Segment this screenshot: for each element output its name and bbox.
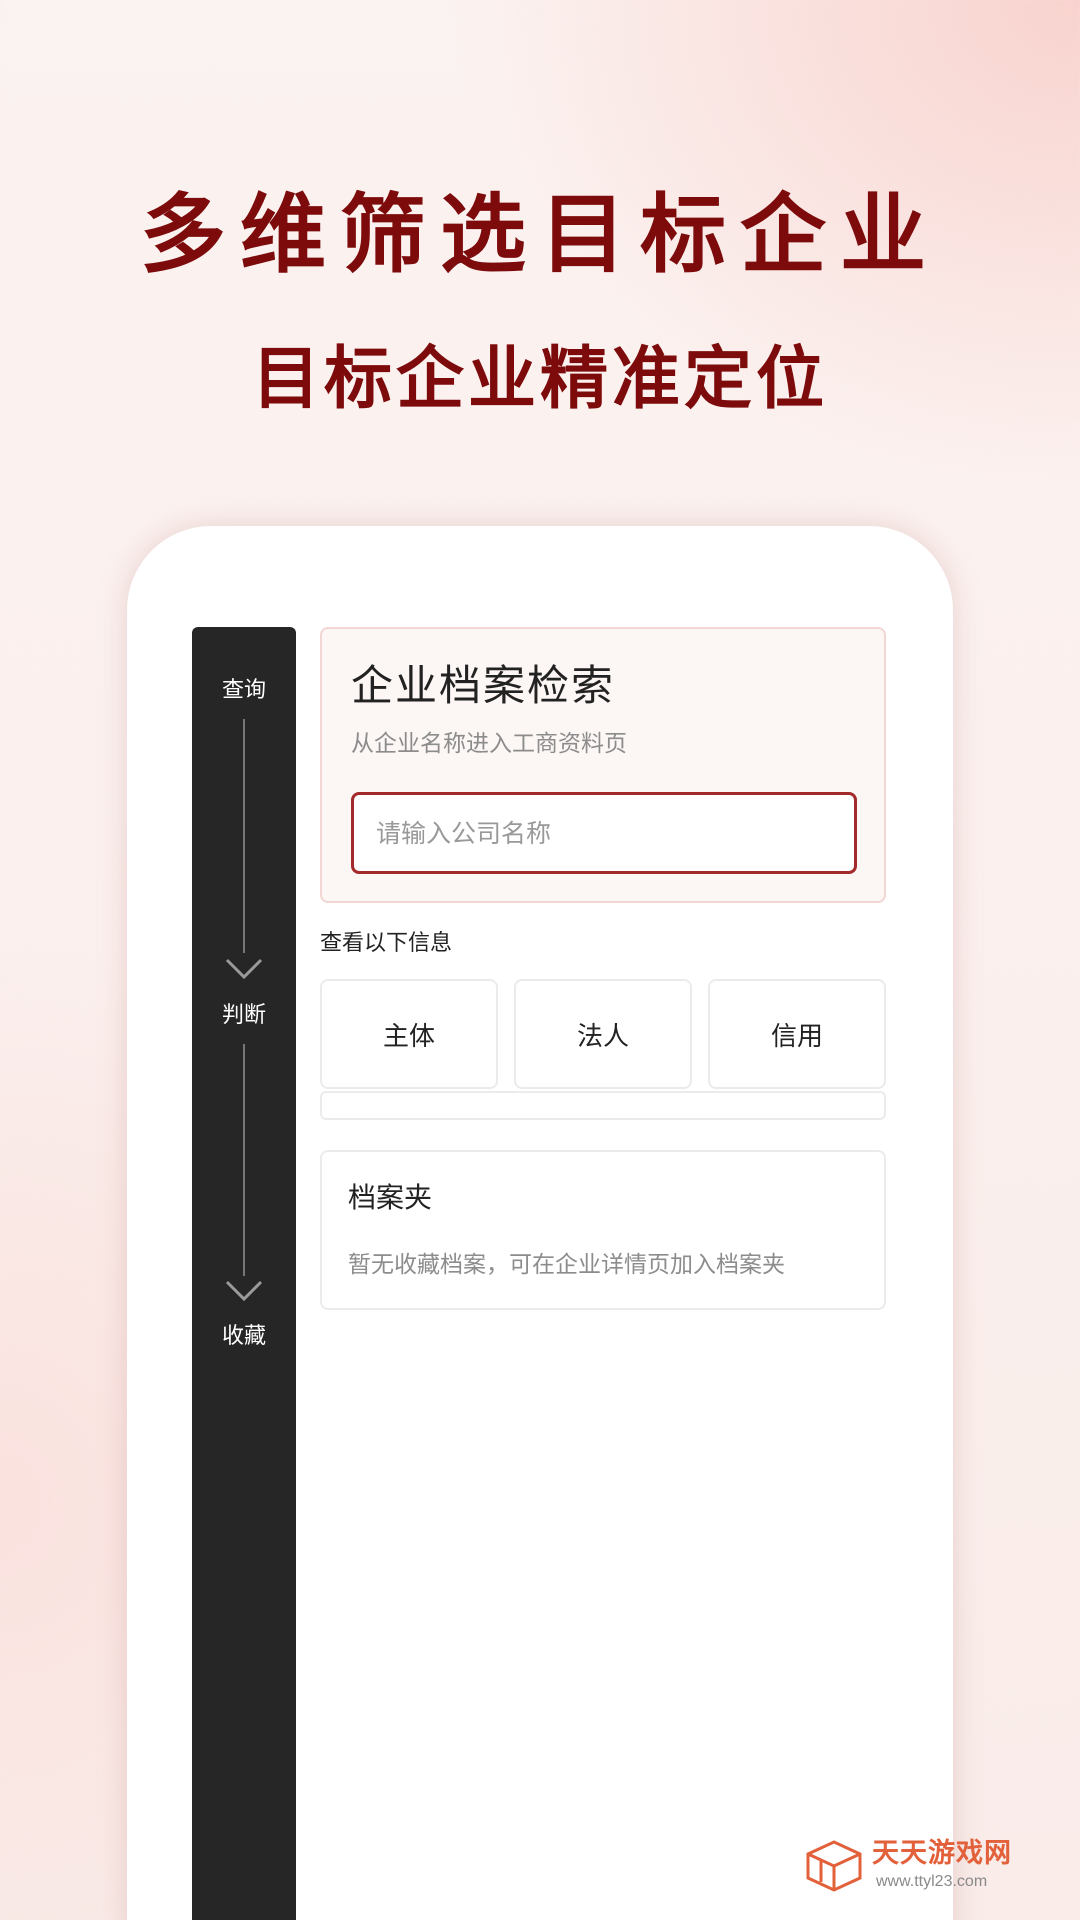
sidebar-step-judge[interactable]: 判断	[192, 1002, 296, 1030]
info-button-credit[interactable]: 信用	[708, 979, 886, 1089]
info-row-strip	[320, 1091, 886, 1120]
info-button-entity[interactable]: 主体	[320, 979, 498, 1089]
site-watermark: 天天游戏网 www.ttyl23.com	[806, 1836, 1036, 1896]
archive-folder-card[interactable]	[320, 1150, 886, 1310]
step-connector-line	[243, 1044, 245, 1276]
step-connector-line	[243, 719, 245, 953]
info-section-label: 查看以下信息	[320, 931, 453, 956]
archive-folder-empty-text: 暂无收藏档案，可在企业详情页加入档案夹	[348, 1252, 785, 1278]
sidebar-step-query[interactable]: 查询	[192, 677, 296, 705]
company-name-input[interactable]	[351, 792, 857, 874]
chevron-down-icon	[225, 1280, 263, 1302]
search-card-title: 企业档案检索	[351, 661, 616, 710]
sidebar-step-collect[interactable]: 收藏	[192, 1323, 296, 1351]
promo-subtitle: 目标企业精准定位	[251, 340, 828, 419]
step-sidebar: 查询 判断 收藏	[192, 627, 296, 1920]
promo-title: 多维筛选目标企业	[140, 185, 940, 285]
chevron-down-icon	[225, 958, 263, 980]
watermark-site-name: 天天游戏网	[872, 1838, 1012, 1869]
watermark-site-url: www.ttyl23.com	[876, 1873, 988, 1890]
search-card-subtitle: 从企业名称进入工商资料页	[351, 731, 627, 757]
cube-logo-icon	[806, 1840, 862, 1892]
info-button-legal-person[interactable]: 法人	[514, 979, 692, 1089]
archive-folder-title: 档案夹	[348, 1181, 433, 1214]
